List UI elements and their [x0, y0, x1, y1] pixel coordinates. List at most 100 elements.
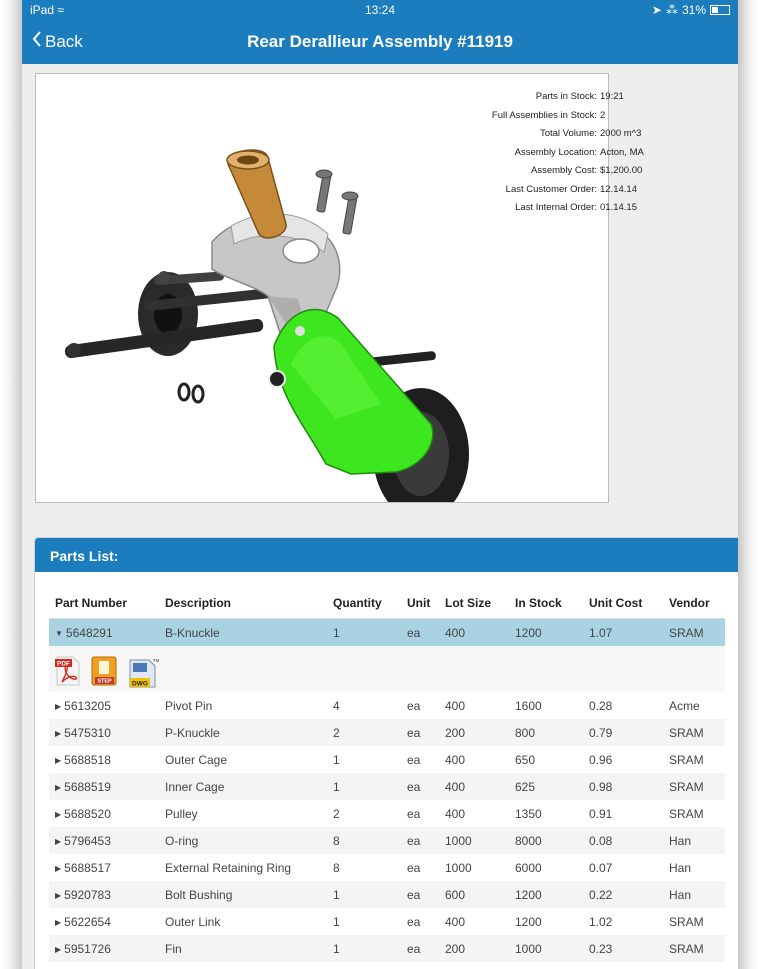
col-quantity[interactable]: Quantity: [327, 587, 401, 619]
part-number: 5688520: [64, 806, 111, 821]
cell-unit-cost: 0.07: [589, 860, 613, 875]
table-row[interactable]: ▶ 5796453 O-ring 8 ea 1000 8000 0.08 Han: [49, 827, 725, 854]
cell-lot-size: 200: [439, 719, 509, 746]
table-row[interactable]: ▼ 5648291 B-Knuckle 1 ea 400 1200 1.07 SR…: [49, 618, 725, 646]
table-row[interactable]: ▶ 5613205 Pivot Pin 4 ea 400 1600 0.28 Ac…: [49, 692, 725, 719]
triangle-down-icon[interactable]: ▼: [55, 629, 63, 638]
cell-in-stock: 1200: [509, 618, 583, 646]
triangle-right-icon[interactable]: ▶: [55, 756, 61, 765]
parts-list-title: Parts List:: [35, 538, 738, 572]
triangle-right-icon[interactable]: ▶: [55, 918, 61, 927]
col-part-number[interactable]: Part Number: [49, 587, 159, 619]
cell-quantity: 1: [333, 914, 340, 929]
triangle-right-icon[interactable]: ▶: [55, 702, 61, 711]
file-attachments-cell: PDF STEP DWG TM: [49, 646, 725, 692]
cell-part-number: ▶ 5688518: [49, 746, 159, 773]
stat-label: Last Customer Order:: [505, 183, 597, 195]
cell-vendor: SRAM: [669, 914, 704, 929]
device-bezel-left: [0, 0, 22, 969]
cell-description: Fin: [159, 935, 327, 962]
cell-in-stock: 1200: [509, 881, 583, 908]
triangle-right-icon[interactable]: ▶: [55, 810, 61, 819]
cell-part-number: ▶ 5688517: [49, 854, 159, 881]
page-title: Rear Derallieur Assembly #11919: [247, 32, 513, 51]
cell-unit: ea: [407, 806, 421, 821]
table-row[interactable]: ▶ 5622654 Outer Link 1 ea 400 1200 1.02 S…: [49, 908, 725, 935]
cell-part-number: ▶ 5622654: [49, 908, 159, 935]
cell-description: Inner Cage: [159, 773, 327, 800]
status-right: ➤ ⁂ 31%: [652, 3, 730, 17]
part-number: 5613205: [64, 698, 111, 713]
pdf-file-icon[interactable]: PDF: [55, 656, 81, 686]
part-number: 5648291: [65, 625, 113, 640]
table-row[interactable]: ▶ 5688519 Inner Cage 1 ea 400 625 0.98 SR…: [49, 773, 725, 800]
device-bezel-right: [738, 0, 760, 969]
table-row[interactable]: ▶ 5475310 P-Knuckle 2 ea 200 800 0.79 SRA…: [49, 719, 725, 746]
stat-last-customer-order: Last Customer Order: 12.14.14: [492, 181, 660, 200]
cell-quantity: 1: [327, 618, 401, 646]
cell-in-stock: 1350: [515, 806, 542, 821]
col-unit-cost[interactable]: Unit Cost: [583, 587, 663, 619]
cell-part-number: ▼ 5648291: [49, 618, 159, 646]
model-viewer[interactable]: Parts in Stock: 19:21 Full Assemblies in…: [35, 73, 644, 520]
cell-in-stock: 1200: [515, 914, 542, 929]
table-row[interactable]: ▶ 5920783 Bolt Bushing 1 ea 600 1200 0.22…: [49, 881, 725, 908]
cell-vendor: Acme: [669, 698, 700, 713]
cell-unit: ea: [401, 618, 439, 646]
location-icon: ➤: [651, 3, 662, 17]
cell-description: Pulley: [165, 806, 198, 821]
triangle-right-icon[interactable]: ▶: [55, 891, 61, 900]
cell-quantity: 1: [327, 935, 401, 962]
stat-value: 01.14.15: [600, 202, 637, 213]
cell-lot-size: 1000: [445, 860, 472, 875]
table-row[interactable]: ▶ 5688520 Pulley 2 ea 400 1350 0.91 SRAM: [49, 800, 725, 827]
trademark-label: TM: [153, 658, 159, 663]
triangle-right-icon[interactable]: ▶: [55, 837, 61, 846]
stat-last-internal-order: Last Internal Order: 01.14.15: [492, 199, 660, 218]
cell-in-stock: 1000: [509, 935, 583, 962]
cell-unit: ea: [407, 752, 421, 767]
cell-unit-cost: 0.96: [589, 752, 613, 767]
stat-total-volume: Total Volume: 2000 m^3: [492, 125, 660, 144]
file-icons: PDF STEP DWG TM: [55, 652, 725, 688]
stat-value: 12.14.14: [600, 183, 637, 195]
battery-percent: 31%: [681, 3, 706, 17]
cell-unit-cost: 0.08: [583, 827, 663, 854]
cell-lot-size: 600: [439, 881, 509, 908]
cell-description: Outer Link: [165, 914, 221, 929]
step-file-icon[interactable]: STEP: [91, 656, 117, 686]
cell-unit: ea: [401, 881, 439, 908]
triangle-right-icon[interactable]: ▶: [55, 864, 61, 873]
cell-vendor: SRAM: [669, 752, 704, 767]
part-number: 5951726: [64, 941, 111, 956]
triangle-right-icon[interactable]: ▶: [55, 729, 61, 738]
col-vendor[interactable]: Vendor: [663, 587, 725, 619]
table-row[interactable]: ▶ 5688517 External Retaining Ring 8 ea 10…: [49, 854, 725, 881]
table-row[interactable]: ▶ 5951726 Fin 1 ea 200 1000 0.23 SRAM: [49, 935, 725, 962]
table-header-row: Part Number Description Quantity Unit Lo…: [49, 587, 725, 619]
part-number: 5920783: [64, 887, 111, 902]
cell-vendor: SRAM: [663, 773, 725, 800]
cell-vendor: SRAM: [663, 719, 725, 746]
cell-part-number: ▶ 5475310: [49, 719, 159, 746]
stat-parts-in-stock: Parts in Stock: 19:21: [492, 88, 660, 107]
table-row[interactable]: ▶ 5688518 Outer Cage 1 ea 400 650 0.96 SR…: [49, 746, 725, 773]
col-in-stock[interactable]: In Stock: [509, 587, 583, 619]
app-screen: iPad ≈ 13:24 ➤ ⁂ 31% Back Rear Derallieu…: [22, 0, 738, 969]
dwg-file-icon[interactable]: DWG TM: [127, 656, 159, 688]
part-number: 5796453: [64, 833, 111, 848]
cell-lot-size: 400: [445, 914, 466, 929]
cell-quantity: 4: [333, 698, 340, 713]
triangle-right-icon[interactable]: ▶: [55, 783, 61, 792]
cell-quantity: 2: [327, 719, 401, 746]
triangle-right-icon[interactable]: ▶: [55, 945, 61, 954]
cell-description: Outer Cage: [165, 752, 228, 767]
col-description[interactable]: Description: [159, 587, 327, 619]
cell-lot-size: 1000: [439, 827, 509, 854]
cell-vendor: Han: [663, 881, 725, 908]
col-lot-size[interactable]: Lot Size: [439, 587, 509, 619]
cell-unit-cost: 0.23: [583, 935, 663, 962]
col-unit[interactable]: Unit: [401, 587, 439, 619]
assembly-stats: Parts in Stock: 19:21 Full Assemblies in…: [492, 88, 660, 218]
stat-assembly-location: Assembly Location: Acton, MA: [492, 144, 660, 163]
